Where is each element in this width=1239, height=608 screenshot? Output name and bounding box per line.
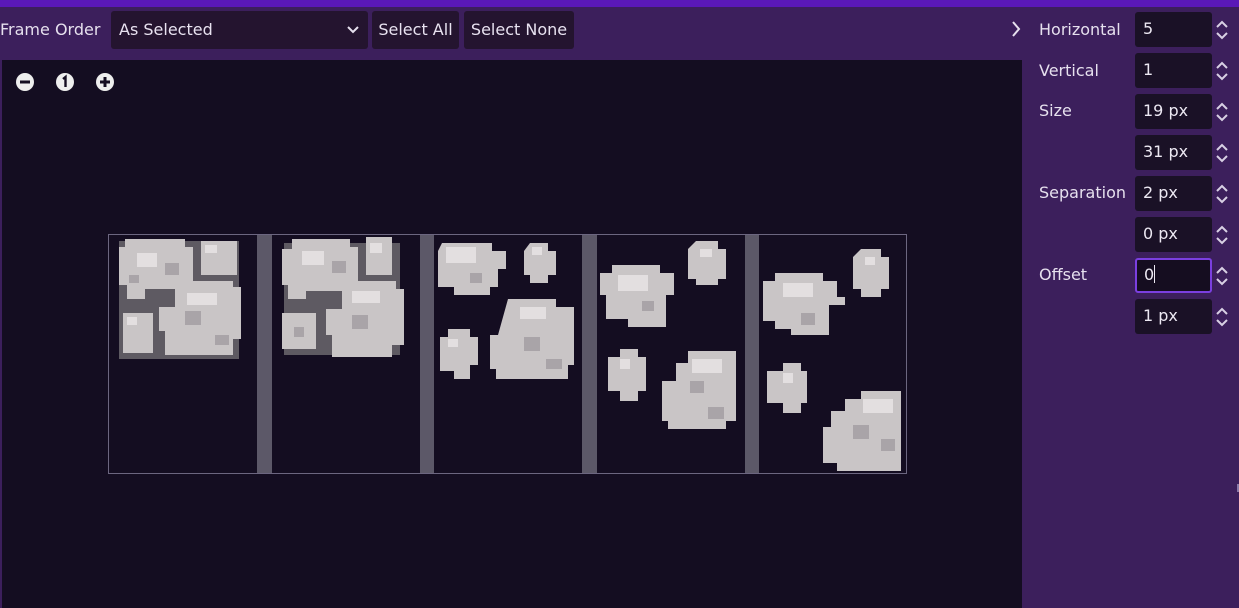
separation-bar [582,235,597,473]
offset-y-spinbox[interactable]: 1 px [1135,299,1212,334]
sprite-frame [438,243,574,379]
offset-y-value: 1 px [1143,306,1178,325]
separation-y-value: 0 px [1143,224,1178,243]
text-caret [1154,265,1156,283]
separation-y-spinbox[interactable]: 0 px [1135,217,1212,252]
offset-x-value: 0 [1144,265,1155,284]
chevron-down-icon [347,26,359,34]
separation-label: Separation [1039,183,1126,202]
spin-arrows-icon[interactable] [1215,142,1229,164]
zoom-out-icon[interactable] [14,71,36,93]
zoom-reset-icon[interactable] [54,71,76,93]
chevron-right-icon[interactable] [1007,17,1025,41]
offset-x-spinbox[interactable]: 0 [1135,258,1212,293]
separation-bar [745,235,759,473]
spin-arrows-icon[interactable] [1215,265,1229,287]
size-label: Size [1039,101,1072,120]
offset-label: Offset [1039,265,1088,284]
vertical-spinbox[interactable]: 1 [1135,53,1212,88]
spin-arrows-icon[interactable] [1215,224,1229,246]
select-all-button[interactable]: Select All [372,11,459,49]
spin-arrows-icon[interactable] [1215,19,1229,41]
frame-order-select[interactable]: As Selected [111,11,368,49]
frame-order-label: Frame Order [0,20,101,39]
sprite-sheet [108,234,907,474]
inspector-panel: Horizontal 5 Vertical 1 Size 19 px 31 px… [1024,7,1239,608]
sprite-frame [119,239,241,359]
top-accent-strip [0,0,1239,7]
vertical-label: Vertical [1039,61,1099,80]
sprite-frame [763,249,901,471]
spin-arrows-icon[interactable] [1215,183,1229,205]
sprite-frame [600,241,736,429]
spin-arrows-icon[interactable] [1215,306,1229,328]
select-none-button[interactable]: Select None [464,11,574,49]
separation-x-value: 2 px [1143,183,1178,202]
separation-bar [420,235,434,473]
spin-arrows-icon[interactable] [1215,60,1229,82]
size-y-spinbox[interactable]: 31 px [1135,135,1212,170]
horizontal-spinbox[interactable]: 5 [1135,12,1212,47]
vertical-value: 1 [1143,60,1154,79]
separation-bar [257,235,272,473]
zoom-in-icon[interactable] [94,71,116,93]
horizontal-value: 5 [1143,19,1154,38]
frame-order-value: As Selected [119,20,213,39]
size-x-spinbox[interactable]: 19 px [1135,94,1212,129]
horizontal-label: Horizontal [1039,20,1121,39]
size-x-value: 19 px [1143,101,1189,120]
spin-arrows-icon[interactable] [1215,101,1229,123]
sprite-frame [282,237,404,357]
sprite-preview[interactable] [2,60,1022,608]
size-y-value: 31 px [1143,142,1189,161]
toolbar: Frame Order As Selected Select All Selec… [0,11,1010,49]
separation-x-spinbox[interactable]: 2 px [1135,176,1212,211]
